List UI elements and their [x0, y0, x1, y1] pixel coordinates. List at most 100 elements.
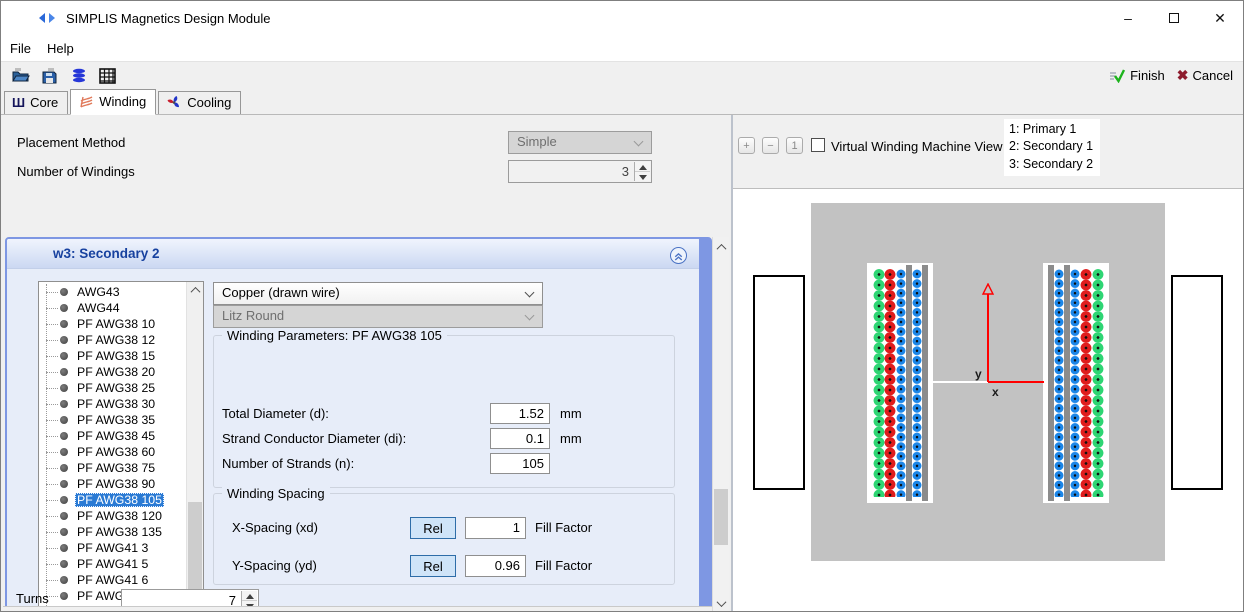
collapse-panel-button[interactable]	[670, 247, 687, 264]
winding-spacing-group: Winding Spacing X-Spacing (xd) Rel 1 Fil…	[213, 493, 675, 585]
y-axis-label: y	[975, 367, 982, 381]
menu-help[interactable]: Help	[47, 41, 74, 56]
menu-file[interactable]: File	[10, 41, 31, 56]
number-of-strands-field[interactable]: 105	[490, 453, 550, 474]
window-title: SIMPLIS Magnetics Design Module	[66, 11, 270, 26]
w3-panel-title: w3: Secondary 2	[53, 246, 160, 261]
primary1-winding-column	[1070, 269, 1080, 497]
wire-list-item[interactable]: PF AWG41 3	[39, 540, 186, 556]
tab-winding[interactable]: Winding	[70, 89, 156, 115]
winding-cross-section-canvas[interactable]: y x	[733, 189, 1243, 612]
x-spacing-rel-button[interactable]: Rel	[410, 517, 456, 539]
app-window: SIMPLIS Magnetics Design Module – ✕ File…	[0, 0, 1244, 612]
scrollbar-thumb[interactable]	[714, 489, 728, 545]
secondary2-winding-column	[1092, 269, 1104, 497]
table-icon[interactable]	[98, 67, 117, 85]
wire-list-item[interactable]: PF AWG38 30	[39, 396, 186, 412]
wire-list-item[interactable]: PF AWG38 15	[39, 348, 186, 364]
wire-list-item[interactable]: PF AWG38 90	[39, 476, 186, 492]
total-diameter-field[interactable]: 1.52	[490, 403, 550, 424]
wire-list-item-selected[interactable]: PF AWG38 105	[39, 492, 186, 508]
secondary1-winding-column	[1080, 269, 1092, 497]
strand-diameter-label: Strand Conductor Diameter (di):	[222, 431, 406, 446]
maximize-icon	[1169, 13, 1179, 23]
wire-list-item[interactable]: PF AWG38 120	[39, 508, 186, 524]
outer-leg-left	[753, 275, 805, 490]
wire-list-item[interactable]: PF AWG38 135	[39, 524, 186, 540]
minimize-button[interactable]: –	[1105, 1, 1151, 35]
wire-bullet-icon	[60, 448, 68, 456]
zoom-in-button[interactable]: +	[738, 137, 755, 154]
chevron-down-icon	[634, 137, 644, 147]
winding-separator	[922, 265, 928, 501]
maximize-button[interactable]	[1151, 1, 1197, 35]
wire-bullet-icon	[60, 432, 68, 440]
cooling-fan-icon	[166, 95, 182, 110]
scroll-up-icon[interactable]	[713, 239, 729, 255]
total-diameter-label: Total Diameter (d):	[222, 406, 329, 421]
x-spacing-field[interactable]: 1	[465, 517, 526, 539]
double-chevron-up-icon	[672, 249, 685, 262]
main-toolbar: Finish ✖ Cancel	[1, 61, 1243, 89]
wire-material-dropdown[interactable]: Copper (drawn wire)	[213, 282, 543, 305]
wire-list-item[interactable]: PF AWG38 20	[39, 364, 186, 380]
wire-bullet-icon	[60, 464, 68, 472]
finish-check-icon	[1109, 68, 1126, 83]
zoom-actual-button[interactable]: 1	[786, 137, 803, 154]
wire-list-item[interactable]: PF AWG38 45	[39, 428, 186, 444]
wire-list-item[interactable]: PF AWG38 12	[39, 332, 186, 348]
zoom-out-button[interactable]: −	[762, 137, 779, 154]
finish-button[interactable]: Finish	[1109, 68, 1165, 83]
winding-icon	[78, 94, 94, 109]
wire-list-item[interactable]: AWG44	[39, 300, 186, 316]
wire-bullet-icon	[60, 400, 68, 408]
spinner-buttons[interactable]	[634, 162, 650, 181]
wire-list-item[interactable]: PF AWG41 5	[39, 556, 186, 572]
legend-entry-secondary2: 3: Secondary 2	[1009, 156, 1093, 173]
wire-list-scrollbar[interactable]	[186, 282, 203, 612]
wire-construction-dropdown: Litz Round	[213, 305, 543, 328]
chevron-down-icon	[525, 311, 535, 321]
y-spacing-rel-button[interactable]: Rel	[410, 555, 456, 577]
x-axis-line	[988, 381, 1044, 383]
scroll-up-icon[interactable]	[187, 282, 203, 298]
wire-list-item[interactable]: AWG43	[39, 284, 186, 300]
strand-diameter-field[interactable]: 0.1	[490, 428, 550, 449]
winding-window-right	[1043, 263, 1109, 503]
cancel-x-icon: ✖	[1177, 67, 1189, 84]
save-icon[interactable]	[40, 67, 59, 85]
virtual-winding-machine-checkbox[interactable]	[811, 138, 825, 152]
w3-panel-header[interactable]: w3: Secondary 2	[7, 239, 699, 269]
virtual-winding-machine-label: Virtual Winding Machine View	[831, 139, 1003, 154]
tab-cooling[interactable]: Cooling	[158, 91, 241, 114]
wire-bullet-icon	[60, 592, 68, 600]
turns-label: Turns	[16, 591, 49, 606]
legend-entry-primary1: 1: Primary 1	[1009, 121, 1093, 138]
wire-bullet-icon	[60, 560, 68, 568]
wire-bullet-icon	[60, 416, 68, 424]
center-gap-line	[933, 381, 988, 383]
wire-list-item[interactable]: PF AWG38 10	[39, 316, 186, 332]
wire-list-item[interactable]: PF AWG38 75	[39, 460, 186, 476]
database-icon[interactable]	[69, 67, 88, 85]
number-of-strands-label: Number of Strands (n):	[222, 456, 354, 471]
open-icon[interactable]	[11, 67, 30, 85]
tab-core[interactable]: Ш Core	[4, 91, 68, 114]
pane-scrollbar[interactable]	[712, 237, 729, 612]
wire-list-item[interactable]: PF AWG41 6	[39, 572, 186, 588]
wire-list-item[interactable]: PF AWG38 25	[39, 380, 186, 396]
wire-type-list[interactable]: AWG43 AWG44 PF AWG38 10 PF AWG38 12 PF A…	[38, 281, 204, 612]
title-bar: SIMPLIS Magnetics Design Module – ✕	[1, 1, 1243, 35]
y-spacing-label: Y-Spacing (yd)	[232, 558, 317, 573]
wire-bullet-icon	[60, 384, 68, 392]
wire-list-item[interactable]: PF AWG38 60	[39, 444, 186, 460]
wire-bullet-icon	[60, 512, 68, 520]
close-button[interactable]: ✕	[1197, 1, 1243, 35]
scroll-down-icon[interactable]	[713, 595, 729, 611]
tab-bar: Ш Core Winding Cooling	[1, 89, 1243, 115]
y-axis-line	[987, 294, 989, 382]
horizontal-scrollbar[interactable]	[3, 606, 712, 612]
y-spacing-field[interactable]: 0.96	[465, 555, 526, 577]
cancel-button[interactable]: ✖ Cancel	[1177, 67, 1233, 84]
wire-list-item[interactable]: PF AWG38 35	[39, 412, 186, 428]
